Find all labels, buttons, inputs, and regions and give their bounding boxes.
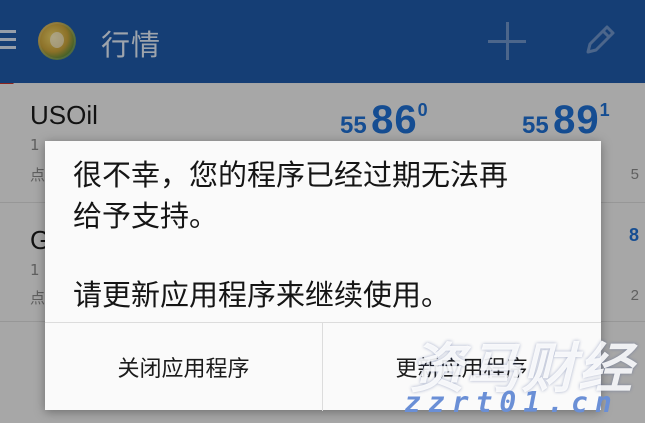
- dialog-message-line: 请更新应用程序来继续使用。: [73, 278, 451, 312]
- dialog-message-line: 给予支持。: [73, 199, 219, 233]
- dialog-message: 很不幸，您的程序已经过期无法再 给予支持。 请更新应用程序来继续使用。: [73, 155, 573, 316]
- close-app-button[interactable]: 关闭应用程序: [45, 323, 323, 411]
- watermark-url: zzrt01.cn: [404, 386, 619, 419]
- dialog-message-line: 很不幸，您的程序已经过期无法再: [73, 158, 509, 192]
